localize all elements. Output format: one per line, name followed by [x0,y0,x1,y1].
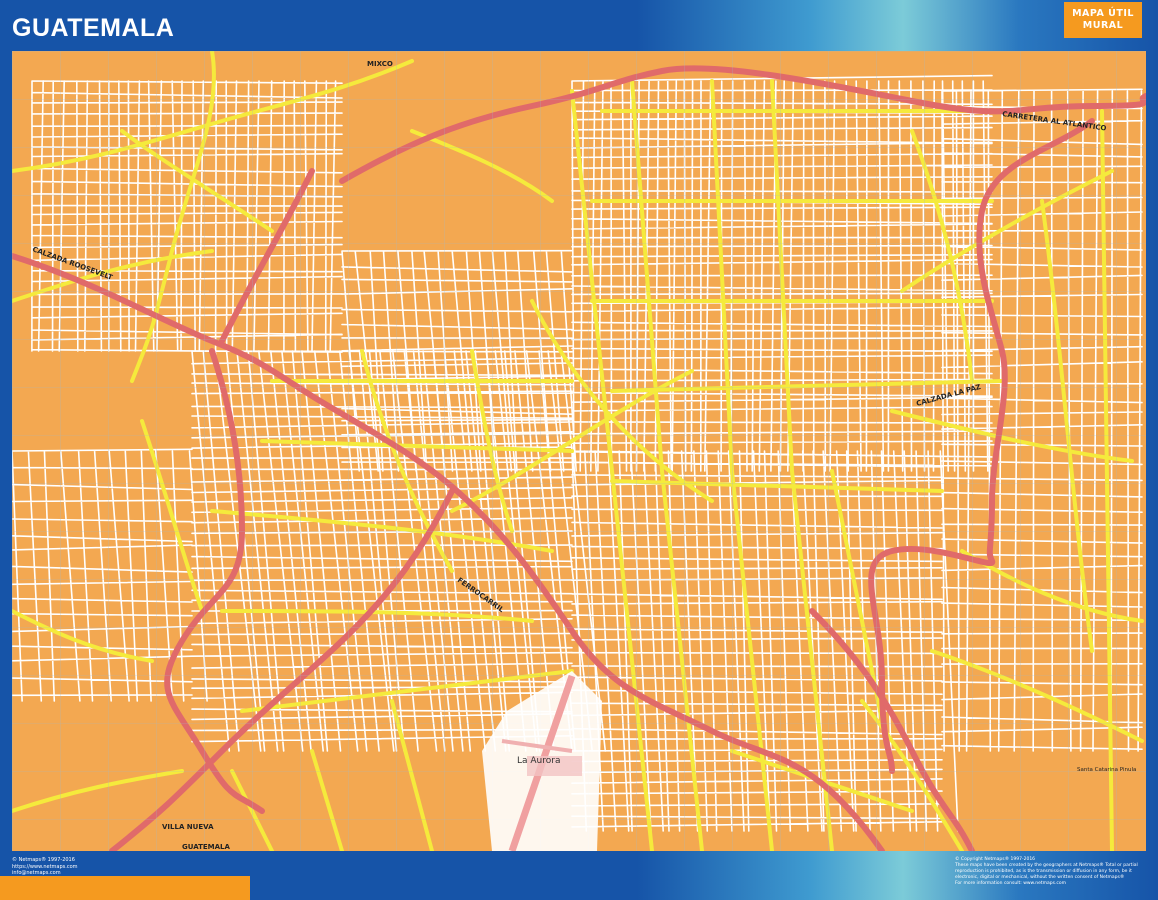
orange-strip [0,876,250,900]
badge-line2: MURAL [1082,20,1124,31]
label-guatemala: GUATEMALA [182,843,230,851]
footer-credits: © Netmaps® 1997-2016 https://www.netmaps… [12,857,78,877]
city-map[interactable]: MIXCO VILLA NUEVA GUATEMALA La Aurora CA… [12,51,1146,851]
brand-badge[interactable]: MAPA ÚTIL MURAL [1064,2,1142,38]
map-title: GUATEMALA [12,14,175,42]
badge-line1: MAPA ÚTIL [1072,8,1134,19]
legal-line5: For more information consult: www.netmap… [955,881,1067,886]
label-villa-nueva: VILLA NUEVA [162,823,214,831]
label-mixco: MIXCO [367,60,393,68]
footer-legal: © Copyright Netmaps® 1997-2016 These map… [955,857,1150,887]
footer-copyright: © Netmaps® 1997-2016 [12,857,75,863]
label-la-aurora: La Aurora [517,756,560,766]
label-santa-catarina: Santa Catarina Pinula [1077,767,1136,773]
